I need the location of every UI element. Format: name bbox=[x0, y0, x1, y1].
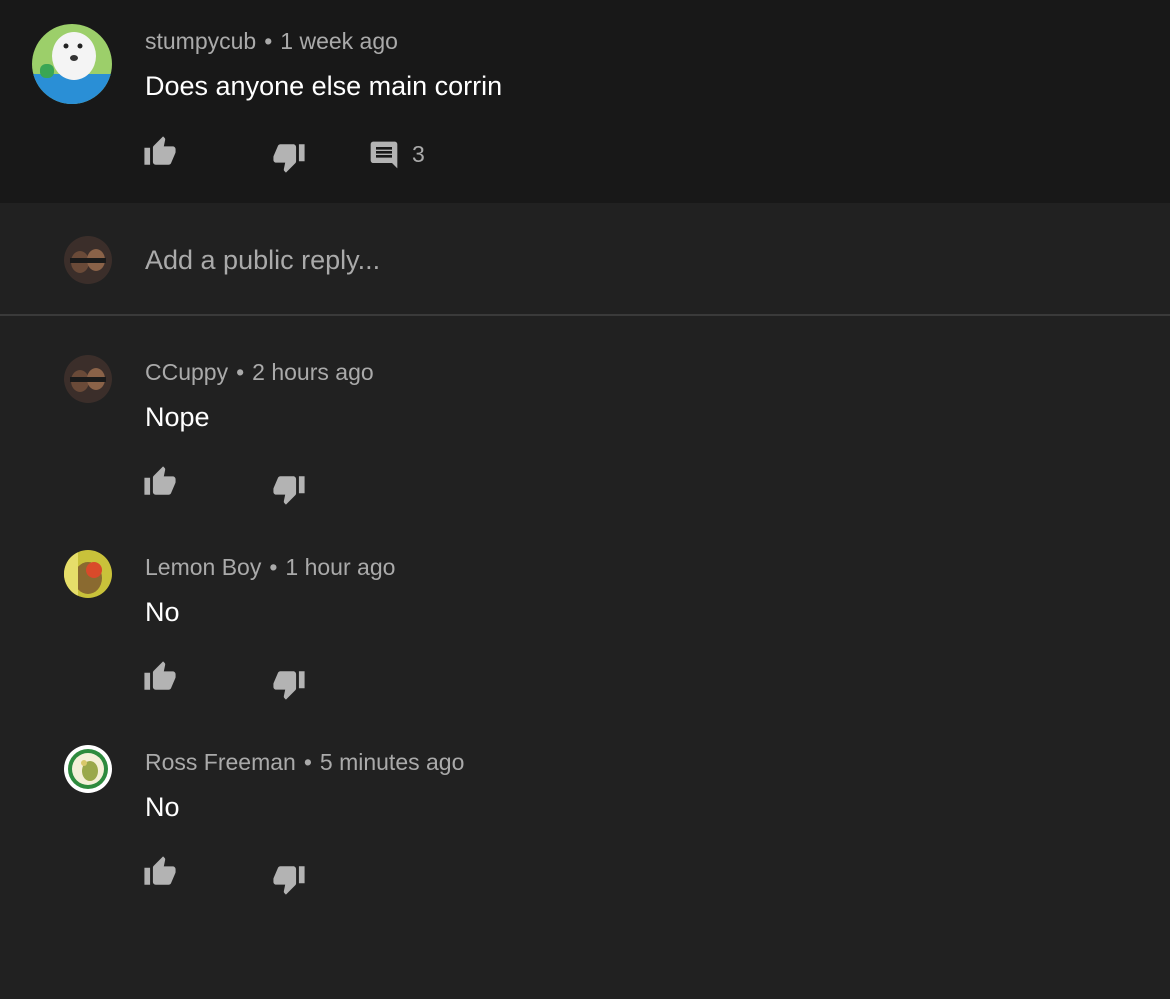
reply-count[interactable]: 3 bbox=[412, 141, 425, 168]
comment-meta: Ross Freeman • 5 minutes ago bbox=[145, 749, 464, 776]
thumbs-up-icon[interactable] bbox=[143, 135, 177, 169]
top-comment: stumpycub • 1 week ago Does anyone else ma… bbox=[0, 0, 1170, 203]
comment-text: No bbox=[145, 597, 180, 627]
avatar[interactable] bbox=[64, 355, 112, 403]
author-name[interactable]: Lemon Boy bbox=[145, 554, 261, 580]
reply-input[interactable]: Add a public reply... bbox=[145, 245, 380, 276]
comment-text: Nope bbox=[145, 402, 210, 432]
comment-text: No bbox=[145, 792, 180, 822]
author-name[interactable]: Ross Freeman bbox=[145, 749, 296, 775]
timestamp: 5 minutes ago bbox=[319, 749, 465, 775]
thumbs-down-icon[interactable] bbox=[272, 472, 306, 506]
thumbs-up-icon[interactable] bbox=[143, 855, 177, 889]
timestamp: 1 week ago bbox=[280, 28, 398, 54]
separator-dot: • bbox=[264, 28, 273, 54]
author-name[interactable]: CCuppy bbox=[145, 359, 228, 385]
comment-meta: Lemon Boy • 1 hour ago bbox=[145, 554, 395, 581]
avatar bbox=[64, 236, 112, 284]
thumbs-down-icon[interactable] bbox=[272, 140, 306, 174]
thumbs-down-icon[interactable] bbox=[272, 667, 306, 701]
comment-meta: CCuppy • 2 hours ago bbox=[145, 359, 374, 386]
thumbs-up-icon[interactable] bbox=[143, 465, 177, 499]
separator-dot: • bbox=[269, 554, 278, 580]
avatar[interactable] bbox=[64, 550, 112, 598]
timestamp: 1 hour ago bbox=[285, 554, 396, 580]
avatar[interactable] bbox=[64, 745, 112, 793]
timestamp: 2 hours ago bbox=[252, 359, 374, 385]
comment-icon[interactable] bbox=[368, 139, 400, 171]
avatar[interactable] bbox=[32, 24, 112, 104]
comment-meta: stumpycub • 1 week ago bbox=[145, 28, 398, 55]
separator-dot: • bbox=[236, 359, 245, 385]
thumbs-down-icon[interactable] bbox=[272, 862, 306, 896]
comment-text: Does anyone else main corrin bbox=[145, 71, 503, 101]
author-name[interactable]: stumpycub bbox=[145, 28, 256, 54]
thumbs-up-icon[interactable] bbox=[143, 660, 177, 694]
separator-dot: • bbox=[303, 749, 312, 775]
reply-box: Add a public reply... bbox=[0, 203, 1170, 316]
